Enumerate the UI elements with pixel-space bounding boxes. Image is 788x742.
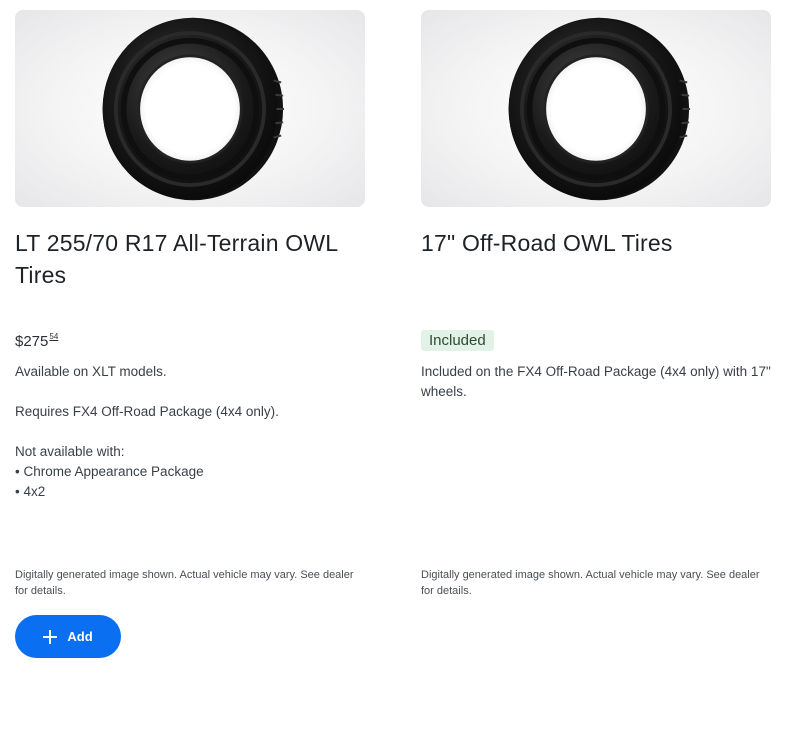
tire-image: [421, 10, 771, 207]
add-button[interactable]: Add: [15, 615, 121, 658]
tire-options-grid: LT 255/70 R17 All-Terrain OWL Tires $275…: [0, 0, 788, 742]
requirement-note: Requires FX4 Off-Road Package (4x4 only)…: [15, 404, 279, 419]
availability-note: Available on XLT models.: [15, 364, 167, 379]
restriction-item: • 4x2: [15, 484, 46, 499]
inclusion-note: Included on the FX4 Off-Road Package (4x…: [421, 364, 771, 399]
option-title: LT 255/70 R17 All-Terrain OWL Tires: [15, 230, 338, 288]
restriction-item: • Chrome Appearance Package: [15, 464, 204, 479]
tire-icon: [508, 17, 691, 200]
plus-icon: [43, 629, 58, 644]
tire-option-card: 17" Off-Road OWL Tires Included Included…: [421, 10, 771, 597]
image-disclaimer: Digitally generated image shown. Actual …: [421, 569, 760, 597]
tire-icon: [102, 17, 285, 200]
tire-option-card: LT 255/70 R17 All-Terrain OWL Tires $275…: [15, 10, 365, 658]
restriction-heading: Not available with:: [15, 444, 125, 459]
add-button-label: Add: [67, 629, 93, 644]
price-cents: 54: [49, 332, 59, 341]
image-disclaimer: Digitally generated image shown. Actual …: [15, 569, 354, 597]
included-badge: Included: [421, 330, 494, 351]
option-title: 17" Off-Road OWL Tires: [421, 230, 673, 256]
option-description: Included on the FX4 Off-Road Package (4x…: [421, 362, 771, 402]
price-dollars: $275: [15, 333, 49, 350]
option-description: Available on XLT models. Requires FX4 Of…: [15, 362, 365, 502]
tire-image: [15, 10, 365, 207]
option-price: $27554: [15, 332, 58, 350]
